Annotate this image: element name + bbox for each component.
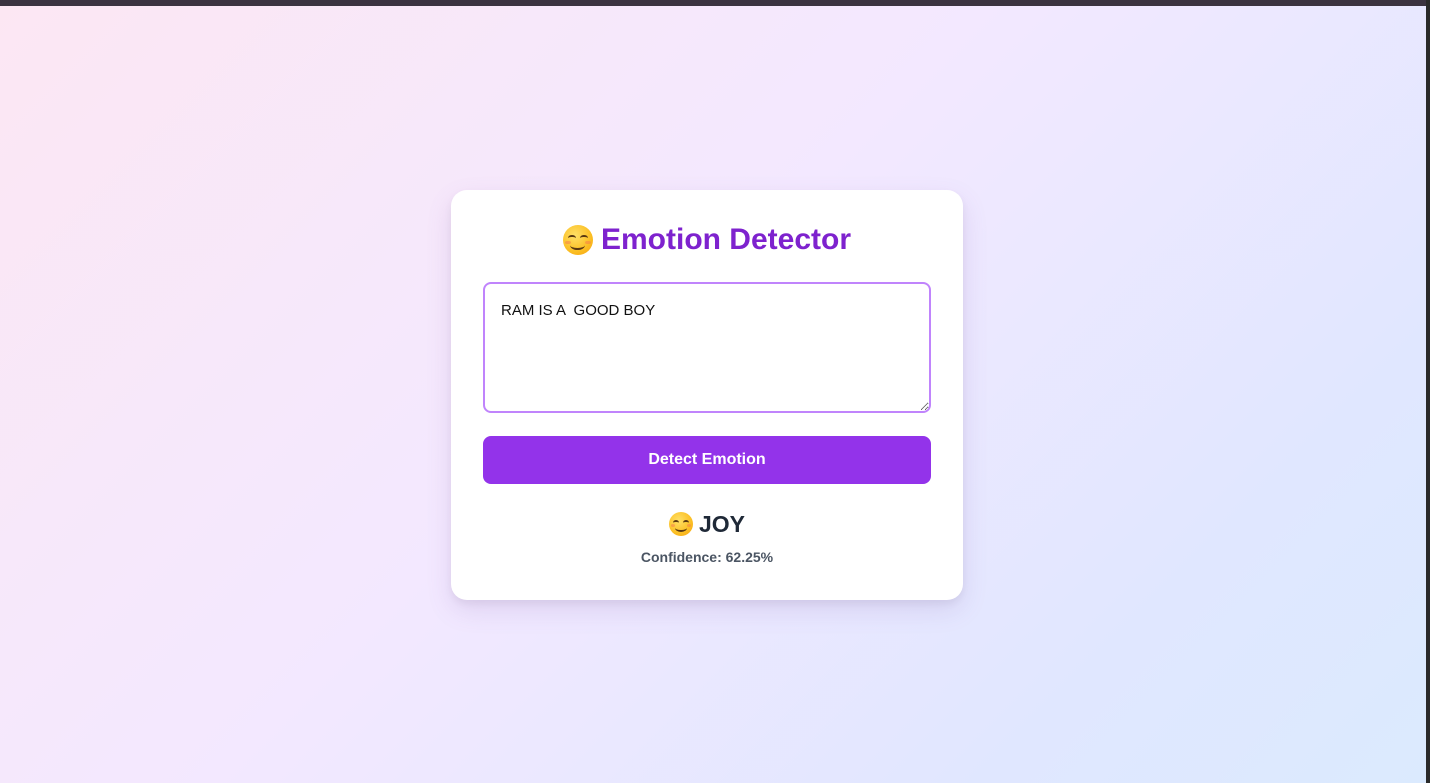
- detect-emotion-button[interactable]: Detect Emotion: [483, 436, 931, 484]
- smiling-face-icon: [668, 512, 693, 536]
- smiling-face-icon: [562, 225, 593, 255]
- text-input[interactable]: [483, 282, 931, 413]
- emotion-label: JOY: [698, 511, 746, 537]
- window-right-edge: [1426, 0, 1430, 783]
- window-top-bar: [0, 0, 1430, 6]
- page-title-text: Emotion Detector: [600, 223, 852, 256]
- confidence-text: Confidence: 62.25%: [640, 549, 774, 565]
- emotion-detector-card: Emotion Detector Detect Emotion JOY Conf…: [451, 190, 963, 600]
- page-title: Emotion Detector: [451, 222, 963, 258]
- emotion-result: JOY: [451, 510, 963, 538]
